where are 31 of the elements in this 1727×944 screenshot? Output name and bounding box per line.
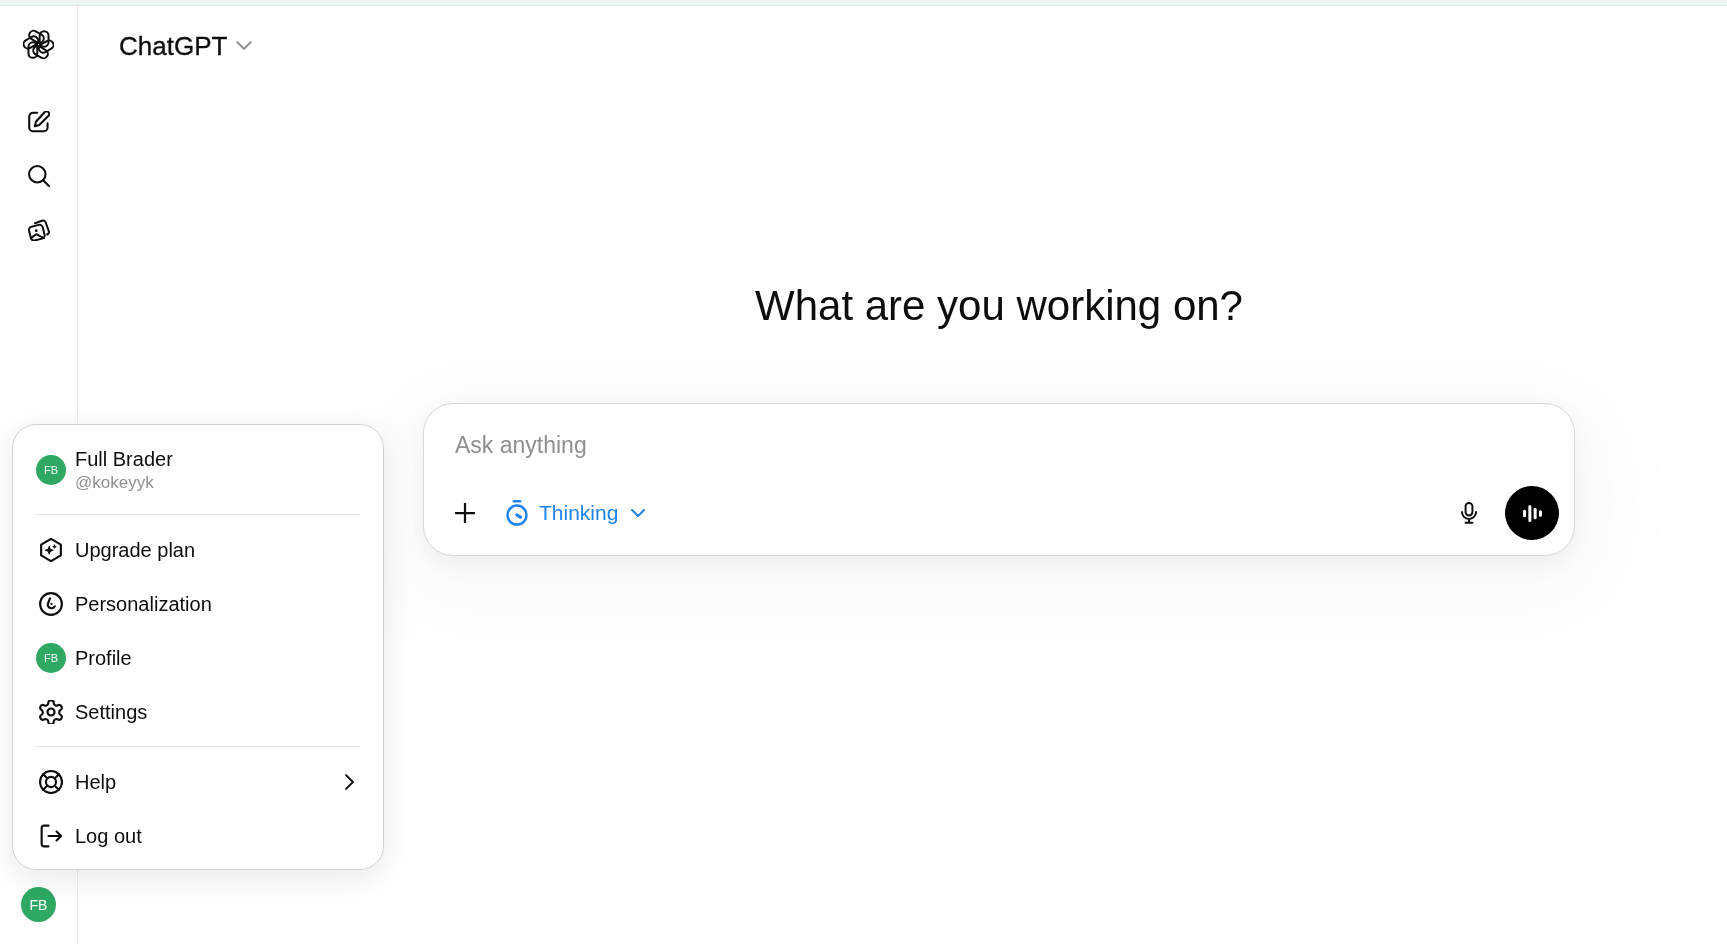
- menu-item[interactable]: Personalization: [24, 577, 372, 631]
- settings-icon: [39, 700, 63, 724]
- chevron-down-icon: [236, 41, 253, 50]
- smile-circle-icon: [39, 592, 63, 616]
- message-input[interactable]: Ask anything: [445, 425, 1559, 465]
- chevron-down-icon: [631, 509, 646, 517]
- user-name: Full Brader: [75, 447, 173, 472]
- user-avatar: FB: [36, 455, 66, 485]
- voice-mode-button[interactable]: [1505, 486, 1559, 540]
- logout-icon: [39, 824, 63, 848]
- thinking-mode-button[interactable]: Thinking: [496, 493, 656, 533]
- menu-item[interactable]: Settings: [24, 685, 372, 739]
- sparkle-hexagon-icon: [39, 538, 63, 562]
- waveform-icon: [1522, 504, 1542, 522]
- user-handle: @kokeyyk: [75, 472, 155, 494]
- welcome-heading: What are you working on?: [755, 281, 1243, 331]
- edit-icon: [27, 111, 50, 133]
- user-avatar: FB: [36, 643, 66, 673]
- search-icon: [27, 165, 50, 187]
- model-switcher-button[interactable]: ChatGPT: [119, 25, 253, 66]
- logo-icon[interactable]: [23, 29, 54, 60]
- menu-item[interactable]: Help: [24, 755, 372, 809]
- lifebuoy-icon: [39, 770, 63, 794]
- microphone-icon: [1461, 502, 1477, 524]
- plus-icon: [455, 503, 475, 523]
- stopwatch-icon: [506, 500, 528, 526]
- message-composer[interactable]: Ask anything Thinking: [423, 403, 1575, 556]
- menu-item[interactable]: Log out: [24, 809, 372, 863]
- images-icon: [27, 219, 50, 241]
- menu-item[interactable]: Upgrade plan: [24, 523, 372, 577]
- menu-item[interactable]: FB Profile: [24, 631, 372, 685]
